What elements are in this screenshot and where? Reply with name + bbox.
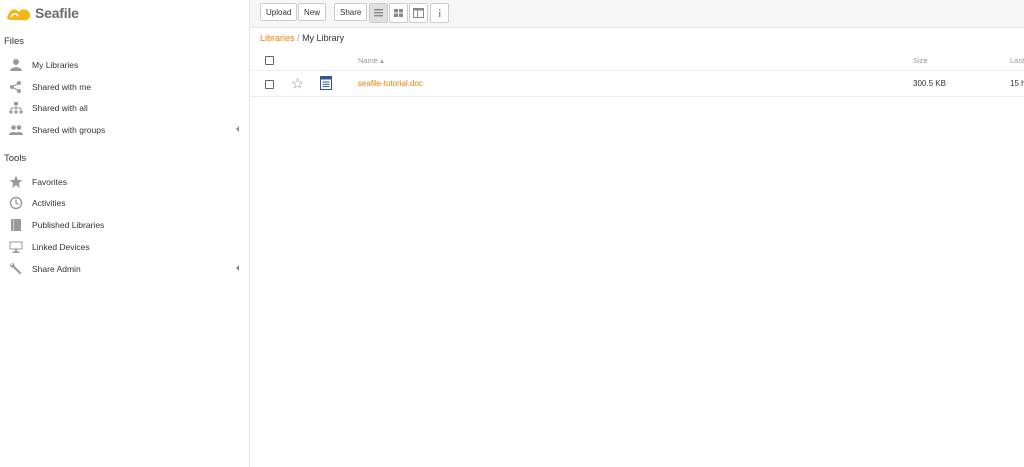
sidebar-item-label: Favorites — [32, 177, 67, 187]
breadcrumb-libraries-link[interactable]: Libraries — [260, 33, 295, 43]
sidebar-item-label: Share Admin — [32, 264, 81, 274]
size-column-header[interactable]: Size — [913, 56, 928, 65]
upload-button[interactable]: Upload — [260, 3, 298, 21]
sidebar-item-label: Activities — [32, 198, 66, 208]
expand-caret-icon[interactable] — [236, 126, 239, 132]
group-icon — [9, 125, 23, 135]
sidebar-item-shared-with-me[interactable]: Shared with me — [0, 77, 248, 97]
sidebar-item-activities[interactable]: Activities — [0, 193, 248, 213]
sidebar-item-shared-with-all[interactable]: Shared with all — [0, 98, 248, 118]
monitor-icon — [9, 241, 23, 253]
table-header: Name ▴ Size Last Update — [250, 50, 1024, 71]
tools-section-title: Tools — [4, 153, 27, 164]
sidebar-item-label: Published Libraries — [32, 220, 105, 230]
breadcrumb: Libraries / My Library — [260, 33, 344, 43]
sidebar-item-label: Linked Devices — [32, 242, 90, 252]
word-document-icon — [320, 76, 332, 90]
share-button[interactable]: Share — [334, 3, 368, 21]
breadcrumb-current: My Library — [302, 33, 345, 43]
history-icon — [9, 196, 23, 210]
toolbar: Upload New Share — [250, 0, 1024, 28]
file-name-link[interactable]: seafile-tutorial.doc — [358, 79, 423, 88]
sidebar-item-share-admin[interactable]: Share Admin — [0, 259, 248, 279]
row-checkbox[interactable] — [265, 80, 274, 89]
file-size: 300.5 KB — [913, 79, 946, 88]
column-view-icon — [413, 8, 424, 18]
breadcrumb-separator: / — [297, 33, 300, 43]
select-all-checkbox[interactable] — [265, 56, 274, 65]
logo-text: Seafile — [35, 5, 79, 21]
details-button[interactable] — [430, 3, 449, 23]
grid-view-icon — [394, 9, 403, 17]
sidebar-item-label: Shared with all — [32, 103, 88, 113]
column-view-button[interactable] — [409, 3, 428, 23]
sidebar-item-label: My Libraries — [32, 60, 79, 70]
sidebar-item-linked-devices[interactable]: Linked Devices — [0, 237, 248, 257]
info-icon — [439, 9, 441, 17]
list-view-button[interactable] — [369, 3, 388, 23]
sidebar-item-published-libraries[interactable]: Published Libraries — [0, 215, 248, 235]
expand-caret-icon[interactable] — [236, 265, 239, 271]
book-icon — [11, 219, 21, 231]
share-icon — [10, 81, 21, 93]
sidebar: Seafile Files My Libraries Shared with m… — [0, 0, 250, 467]
table-row[interactable]: seafile-tutorial.doc 300.5 KB 15 hours a… — [250, 71, 1024, 97]
last-update-column-header[interactable]: Last Update — [1010, 56, 1024, 65]
star-icon — [9, 175, 23, 188]
seafile-logo-icon — [7, 8, 31, 20]
user-icon — [10, 59, 22, 71]
star-icon[interactable] — [292, 78, 303, 89]
org-icon — [9, 102, 23, 114]
file-last-update: 15 hours ago — [1010, 79, 1024, 88]
new-button[interactable]: New — [298, 3, 327, 21]
sidebar-item-shared-with-groups[interactable]: Shared with groups — [0, 120, 248, 140]
sidebar-item-my-libraries[interactable]: My Libraries — [0, 55, 248, 75]
files-section-title: Files — [4, 36, 25, 47]
sidebar-item-label: Shared with groups — [32, 125, 106, 135]
list-view-icon — [374, 9, 383, 17]
name-column-header[interactable]: Name ▴ — [358, 56, 384, 65]
grid-view-button[interactable] — [389, 3, 408, 23]
sidebar-item-favorites[interactable]: Favorites — [0, 172, 248, 192]
sidebar-item-label: Shared with me — [32, 82, 92, 92]
seafile-logo[interactable]: Seafile — [6, 2, 79, 24]
wrench-icon — [10, 263, 22, 275]
